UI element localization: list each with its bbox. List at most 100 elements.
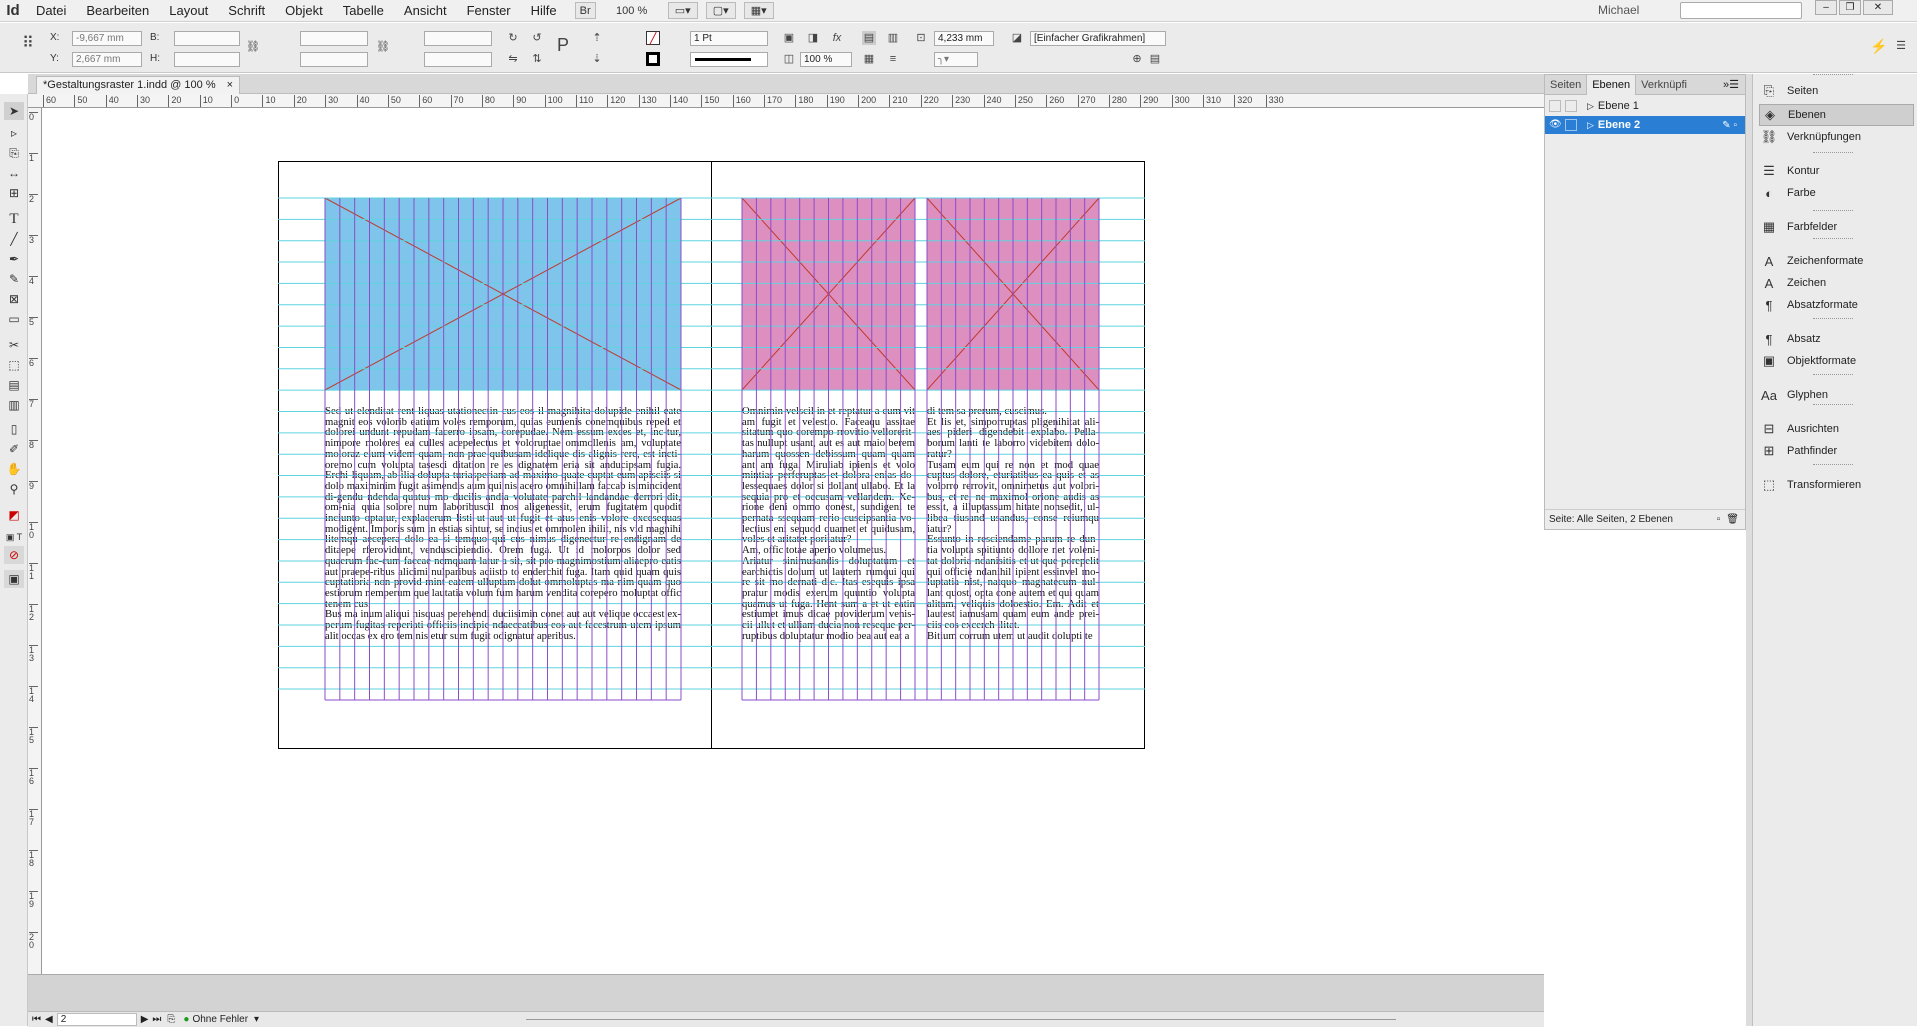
layer-target-icon[interactable]: ✎ ▫ [1722, 120, 1737, 131]
text-frame-right[interactable]: di tem sa prerum, cuscimus. Et lis et, si… [927, 406, 1099, 704]
constrain-scale-icon[interactable]: ⛓ [376, 40, 390, 54]
select-container-icon[interactable]: ⇡ [590, 31, 604, 45]
restore-icon[interactable]: ❐ [1839, 0, 1861, 15]
free-transform-tool-icon[interactable]: ⬚ [4, 356, 24, 374]
expand-icon[interactable]: ▷ [1587, 120, 1594, 131]
open-page-icon[interactable]: ⎘ [167, 1014, 175, 1025]
last-page-icon[interactable]: ⏭ [152, 1014, 161, 1025]
next-page-icon[interactable]: ▶ [141, 1014, 149, 1025]
search-input[interactable] [1680, 2, 1802, 19]
image-frame-middle[interactable] [742, 198, 915, 390]
minimize-icon[interactable]: – [1815, 0, 1837, 15]
layer-name[interactable]: Ebene 2 [1598, 119, 1640, 131]
new-layer-icon[interactable]: ▫ [1717, 514, 1721, 525]
y-field[interactable]: 2,667 mm [72, 52, 142, 67]
pencil-tool-icon[interactable]: ✎ [4, 270, 24, 288]
apply-none-icon[interactable]: ⊘ [4, 546, 24, 564]
frame-style-select[interactable]: [Einfacher Grafikrahmen] [1030, 31, 1166, 46]
scissors-tool-icon[interactable]: ✂ [4, 336, 24, 354]
preflight-status[interactable]: Ohne Fehler [192, 1014, 248, 1025]
dock-item-farbe[interactable]: ◐ Farbe [1759, 182, 1914, 204]
dock-item-ebenen[interactable]: ◈ Ebenen [1759, 104, 1914, 126]
menu-fenster[interactable]: Fenster [457, 3, 521, 18]
format-container-icon[interactable]: ▣ T [4, 528, 24, 546]
first-page-icon[interactable]: ⏮ [32, 1014, 41, 1025]
stroke-swatch-icon[interactable] [646, 52, 660, 66]
visibility-icon[interactable]: 👁 [1549, 119, 1562, 131]
menu-schrift[interactable]: Schrift [218, 3, 275, 18]
stroke-weight-field[interactable]: 1 Pt [690, 31, 768, 46]
flip-h-icon[interactable]: ⇋ [506, 52, 520, 66]
rotate-cw-icon[interactable]: ↻ [506, 31, 520, 45]
type-tool-icon[interactable]: T [4, 210, 24, 228]
fit-content-icon[interactable]: ▣ [782, 31, 796, 45]
dimension-field[interactable]: 4,233 mm [934, 31, 994, 46]
dock-item-absatzformate[interactable]: ¶ Absatzformate [1759, 294, 1914, 316]
menu-datei[interactable]: Datei [26, 3, 76, 18]
x-field[interactable]: -9,667 mm [72, 31, 142, 46]
menu-bearbeiten[interactable]: Bearbeiten [76, 3, 159, 18]
opacity-field[interactable]: 100 % [800, 52, 852, 67]
close-window-icon[interactable]: ✕ [1863, 0, 1893, 15]
gradient-swatch-tool-icon[interactable]: ▤ [4, 376, 24, 394]
lock-toggle-icon[interactable] [1565, 119, 1577, 131]
arrange-docs-icon[interactable]: ▦▾ [743, 2, 774, 19]
drop-shadow-icon[interactable]: ◨ [806, 31, 820, 45]
lock-toggle-icon[interactable] [1565, 100, 1577, 112]
shear-field[interactable] [424, 52, 492, 67]
hand-tool-icon[interactable]: ✋ [4, 460, 24, 478]
dock-item-zeichen[interactable]: A Zeichen [1759, 272, 1914, 294]
user-name[interactable]: Michael [1598, 3, 1639, 17]
direct-selection-tool-icon[interactable]: ▹ [4, 124, 24, 142]
pen-tool-icon[interactable]: ✒ [4, 250, 24, 268]
corner-shape-select[interactable]: ╮▾ [934, 52, 978, 67]
note-tool-icon[interactable]: ▯ [4, 420, 24, 438]
menu-ansicht[interactable]: Ansicht [394, 3, 457, 18]
dock-item-pathfinder[interactable]: ⊞ Pathfinder [1759, 440, 1914, 462]
lightning-icon[interactable]: ⚡ [1870, 39, 1887, 53]
tab-ebenen[interactable]: Ebenen [1586, 74, 1637, 95]
horizontal-scrollbar[interactable] [526, 1019, 1396, 1020]
scale-y-field[interactable] [300, 52, 368, 67]
dock-item-glyphen[interactable]: Aa Glyphen [1759, 384, 1914, 406]
bridge-button[interactable]: Br [574, 2, 596, 19]
effects-icon[interactable]: fx [830, 31, 844, 45]
content-collector-icon[interactable]: ⊞ [4, 184, 24, 202]
horizontal-ruler[interactable]: 60 50 40 30 20 10 0 10 20 30 40 50 60 70 80 90 100 110 120… [28, 94, 1544, 108]
scale-x-field[interactable] [300, 31, 368, 46]
page-tool-icon[interactable]: ⎘ [4, 144, 24, 162]
text-wrap-none-icon[interactable]: ▤ [862, 31, 876, 45]
gap-tool-icon[interactable]: ↔ [4, 164, 24, 182]
dock-item-zeichenformate[interactable]: A Zeichenformate [1759, 250, 1914, 272]
style-options-icon[interactable]: ▤ [1148, 52, 1162, 66]
zoom-level[interactable]: 100 % [604, 2, 660, 19]
dock-item-ausrichten[interactable]: ⊟ Ausrichten [1759, 418, 1914, 440]
layer-row[interactable]: 👁 ▷ Ebene 2 ✎ ▫ [1545, 116, 1745, 134]
menu-layout[interactable]: Layout [159, 3, 218, 18]
select-content-icon[interactable]: ⇣ [590, 52, 604, 66]
image-frame-right[interactable] [927, 198, 1099, 390]
reference-point-icon[interactable]: ⠿ [18, 36, 38, 57]
dock-item-objektformate[interactable]: ▣ Objektformate [1759, 350, 1914, 372]
dock-item-seiten[interactable]: ⎘ Seiten [1759, 80, 1914, 102]
image-frame-left[interactable] [325, 198, 681, 390]
height-field[interactable] [174, 52, 240, 67]
width-field[interactable] [174, 31, 240, 46]
dock-item-absatz[interactable]: ¶ Absatz [1759, 328, 1914, 350]
menu-objekt[interactable]: Objekt [275, 3, 333, 18]
tab-document[interactable]: *Gestaltungsraster 1.indd @ 100 % × [36, 76, 241, 94]
line-tool-icon[interactable]: ╱ [4, 230, 24, 248]
align-top-icon[interactable]: ▦ [862, 52, 876, 66]
fill-stroke-icon[interactable]: ◩ [4, 506, 24, 524]
dock-item-verknüpfungen[interactable]: ⛓ Verknüpfungen [1759, 126, 1914, 148]
align-center-icon[interactable]: ≡ [886, 52, 900, 66]
text-frame-left[interactable]: Sed ut elenditat rent liquas utationecti… [325, 406, 681, 704]
text-frame-middle[interactable]: Omnimin velscil in et reptatur a cum vit… [742, 406, 915, 704]
menu-hilfe[interactable]: Hilfe [521, 3, 567, 18]
text-wrap-box-icon[interactable]: ▥ [886, 31, 900, 45]
dock-item-transformieren[interactable]: ⬚ Transformieren [1759, 474, 1914, 496]
eyedropper-tool-icon[interactable]: ✐ [4, 440, 24, 458]
rotate-ccw-icon[interactable]: ↺ [530, 31, 544, 45]
delete-layer-icon[interactable]: 🗑 [1726, 514, 1739, 525]
prev-page-icon[interactable]: ◀ [45, 1014, 53, 1025]
